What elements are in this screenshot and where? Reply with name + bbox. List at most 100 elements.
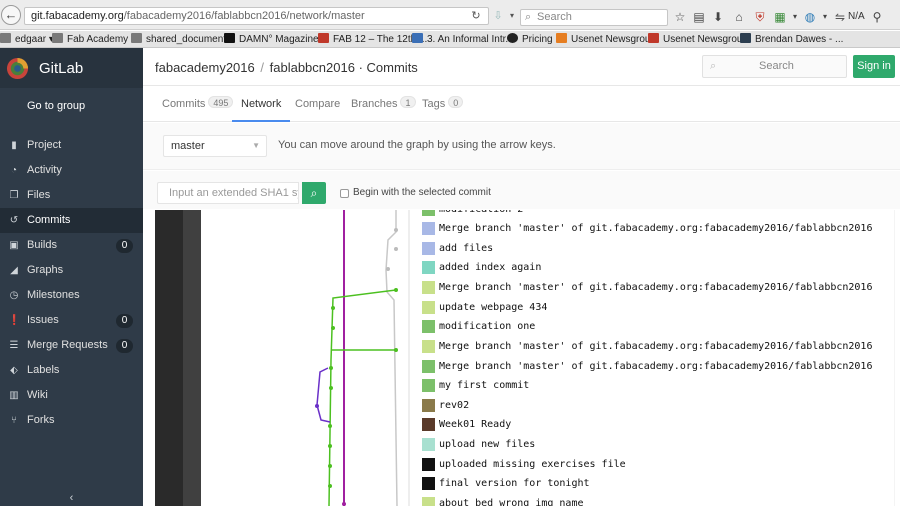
stats-icon[interactable]: ⇋	[833, 10, 847, 24]
sidebar-item-wiki[interactable]: ▥ Wiki	[0, 383, 143, 408]
graph-scrollbar[interactable]	[894, 210, 895, 506]
folder-icon	[131, 33, 142, 43]
extension-dropdown-icon[interactable]: ▾	[788, 10, 802, 24]
brendan-favicon	[740, 33, 751, 43]
downloads-icon[interactable]: ⬇	[711, 10, 725, 24]
go-to-group-link[interactable]: Go to group	[27, 100, 85, 112]
author-avatar	[422, 320, 435, 333]
commit-node	[328, 444, 332, 448]
pin-icon[interactable]: ⚲	[870, 10, 884, 24]
bookmark-link[interactable]: Usenet Newsgrou...	[556, 32, 659, 47]
title-separator: /	[260, 60, 264, 75]
globe-icon[interactable]: ◍	[803, 10, 817, 24]
logo-row[interactable]: GitLab	[0, 48, 143, 88]
reload-icon[interactable]: ↻	[469, 7, 483, 25]
bookmarks-bar: edgaar ▾ Fab Academy ▾ shared_document..…	[0, 31, 900, 48]
sidebar-item-activity[interactable]: ◔ Activity	[0, 158, 143, 183]
reading-list-icon[interactable]: ▤	[692, 10, 706, 24]
sidebar-item-milestones[interactable]: ◷ Milestones	[0, 283, 143, 308]
commit-node	[394, 288, 398, 292]
book-icon: ▥	[9, 390, 19, 401]
tags-icon: ⬖	[10, 365, 18, 376]
author-avatar	[422, 477, 435, 490]
ublock-shield-icon[interactable]: ⛨	[753, 10, 767, 24]
bookmark-folder[interactable]: shared_document...	[131, 32, 234, 47]
begin-with-commit-checkbox[interactable]	[340, 189, 349, 198]
sidebar-item-files[interactable]: ❐ Files	[0, 183, 143, 208]
url-field[interactable]: git.fabacademy.org/fabacademy2016/fablab…	[24, 7, 489, 25]
bookmark-link[interactable]: Usenet Newsgrou...	[648, 32, 751, 47]
home-icon[interactable]: ⌂	[732, 10, 746, 24]
folder-icon	[0, 33, 11, 43]
main-content: fabacademy2016 / fablabbcn2016 · Commits…	[143, 48, 900, 506]
builds-count-badge: 0	[116, 239, 133, 253]
commit-message: Week01 Ready	[439, 419, 512, 430]
bookmark-link[interactable]: 3. An Informal Intr...	[412, 32, 514, 47]
commit-message: Merge branch 'master' of git.fabacademy.…	[439, 361, 873, 372]
gitlab-search-input[interactable]: ⌕ Search	[702, 55, 847, 78]
folder-icon	[52, 33, 63, 43]
bookmark-star-icon[interactable]: ☆	[673, 10, 687, 24]
files-icon: ❐	[9, 190, 19, 201]
sidebar-item-label: Builds	[27, 239, 57, 251]
browser-search-placeholder: Search	[537, 11, 572, 23]
bookmark-label: Brendan Dawes - ...	[755, 34, 844, 45]
commit-message: final version for tonight	[439, 478, 590, 489]
sidebar-item-graphs[interactable]: ◢ Graphs	[0, 258, 143, 283]
tab-tags[interactable]: Tags 0	[422, 86, 464, 122]
tab-count: 495	[208, 96, 234, 108]
section-title: Commits	[366, 60, 418, 75]
commit-node	[331, 306, 335, 310]
group-link[interactable]: fabacademy2016	[155, 60, 255, 75]
tab-branches[interactable]: Branches 1	[351, 86, 416, 122]
history-icon: ↺	[9, 215, 19, 226]
project-link[interactable]: fablabbcn2016	[270, 60, 355, 75]
sha-search-button[interactable]: ⌕	[302, 182, 326, 204]
usenet-favicon	[556, 33, 567, 43]
author-avatar	[422, 497, 435, 506]
sha-input[interactable]: Input an extended SHA1 syntax	[157, 182, 299, 204]
bookmark-folder[interactable]: Fab Academy ▾	[52, 32, 136, 47]
back-button[interactable]: ←	[1, 5, 21, 25]
search-icon: ⌕	[310, 186, 318, 200]
author-avatar	[422, 438, 435, 451]
collapse-sidebar-button[interactable]: ‹	[0, 490, 143, 506]
sidebar-item-forks[interactable]: ⑂ Forks	[0, 408, 143, 433]
branch-line-purple	[316, 367, 331, 423]
sidebar-item-label: Labels	[27, 364, 60, 376]
tab-commits[interactable]: Commits 495	[162, 86, 234, 122]
author-avatar	[422, 301, 435, 314]
sidebar-item-labels[interactable]: ⬖ Labels	[0, 358, 143, 383]
download-arrow-icon[interactable]: ⇩	[491, 7, 505, 25]
globe-dropdown-icon[interactable]: ▾	[818, 10, 832, 24]
sidebar-item-project[interactable]: ▮ Project	[0, 133, 143, 158]
search-icon: ⌕	[525, 11, 532, 23]
bookmark-link[interactable]: Brendan Dawes - ...	[740, 32, 843, 47]
bookmark-link[interactable]: Pricing	[507, 32, 553, 47]
author-avatar	[422, 242, 435, 255]
commit-message: Merge branch 'master' of git.fabacademy.…	[439, 223, 873, 234]
tab-label: Network	[241, 98, 282, 110]
bookmark-folder[interactable]: edgaar ▾	[0, 32, 54, 47]
sidebar-item-issues[interactable]: ❗ Issues 0	[0, 308, 143, 333]
sidebar-item-merge-requests[interactable]: ☰ Merge Requests 0	[0, 333, 143, 358]
branch-select[interactable]: master ▼	[163, 135, 267, 157]
network-graph[interactable]: modification 2 Merge branch 'master' of …	[155, 210, 895, 506]
sidebar-item-commits[interactable]: ↺ Commits	[0, 208, 143, 233]
tab-compare[interactable]: Compare	[295, 86, 340, 122]
tab-network[interactable]: Network	[232, 86, 291, 122]
bookmark-link[interactable]: DAMN° Magazine ...	[224, 32, 330, 47]
commit-node	[329, 386, 333, 390]
extension-grid-icon[interactable]: ▦	[773, 10, 787, 24]
history-dropdown-icon[interactable]: ▾	[507, 7, 517, 25]
bookmark-link[interactable]: FAB 12 – The 12th ...	[318, 32, 427, 47]
exclamation-icon: ❗	[8, 315, 21, 326]
url-domain: git.fabacademy.org	[31, 10, 124, 22]
sidebar-item-label: Wiki	[27, 389, 48, 401]
sidebar-item-builds[interactable]: ▣ Builds 0	[0, 233, 143, 258]
sidebar-item-label: Merge Requests	[27, 339, 108, 351]
cubes-icon: ▣	[9, 240, 19, 251]
sign-in-button[interactable]: Sign in	[853, 55, 895, 78]
sidebar-item-label: Forks	[27, 414, 55, 426]
browser-search-input[interactable]: ⌕ Search	[520, 9, 668, 26]
